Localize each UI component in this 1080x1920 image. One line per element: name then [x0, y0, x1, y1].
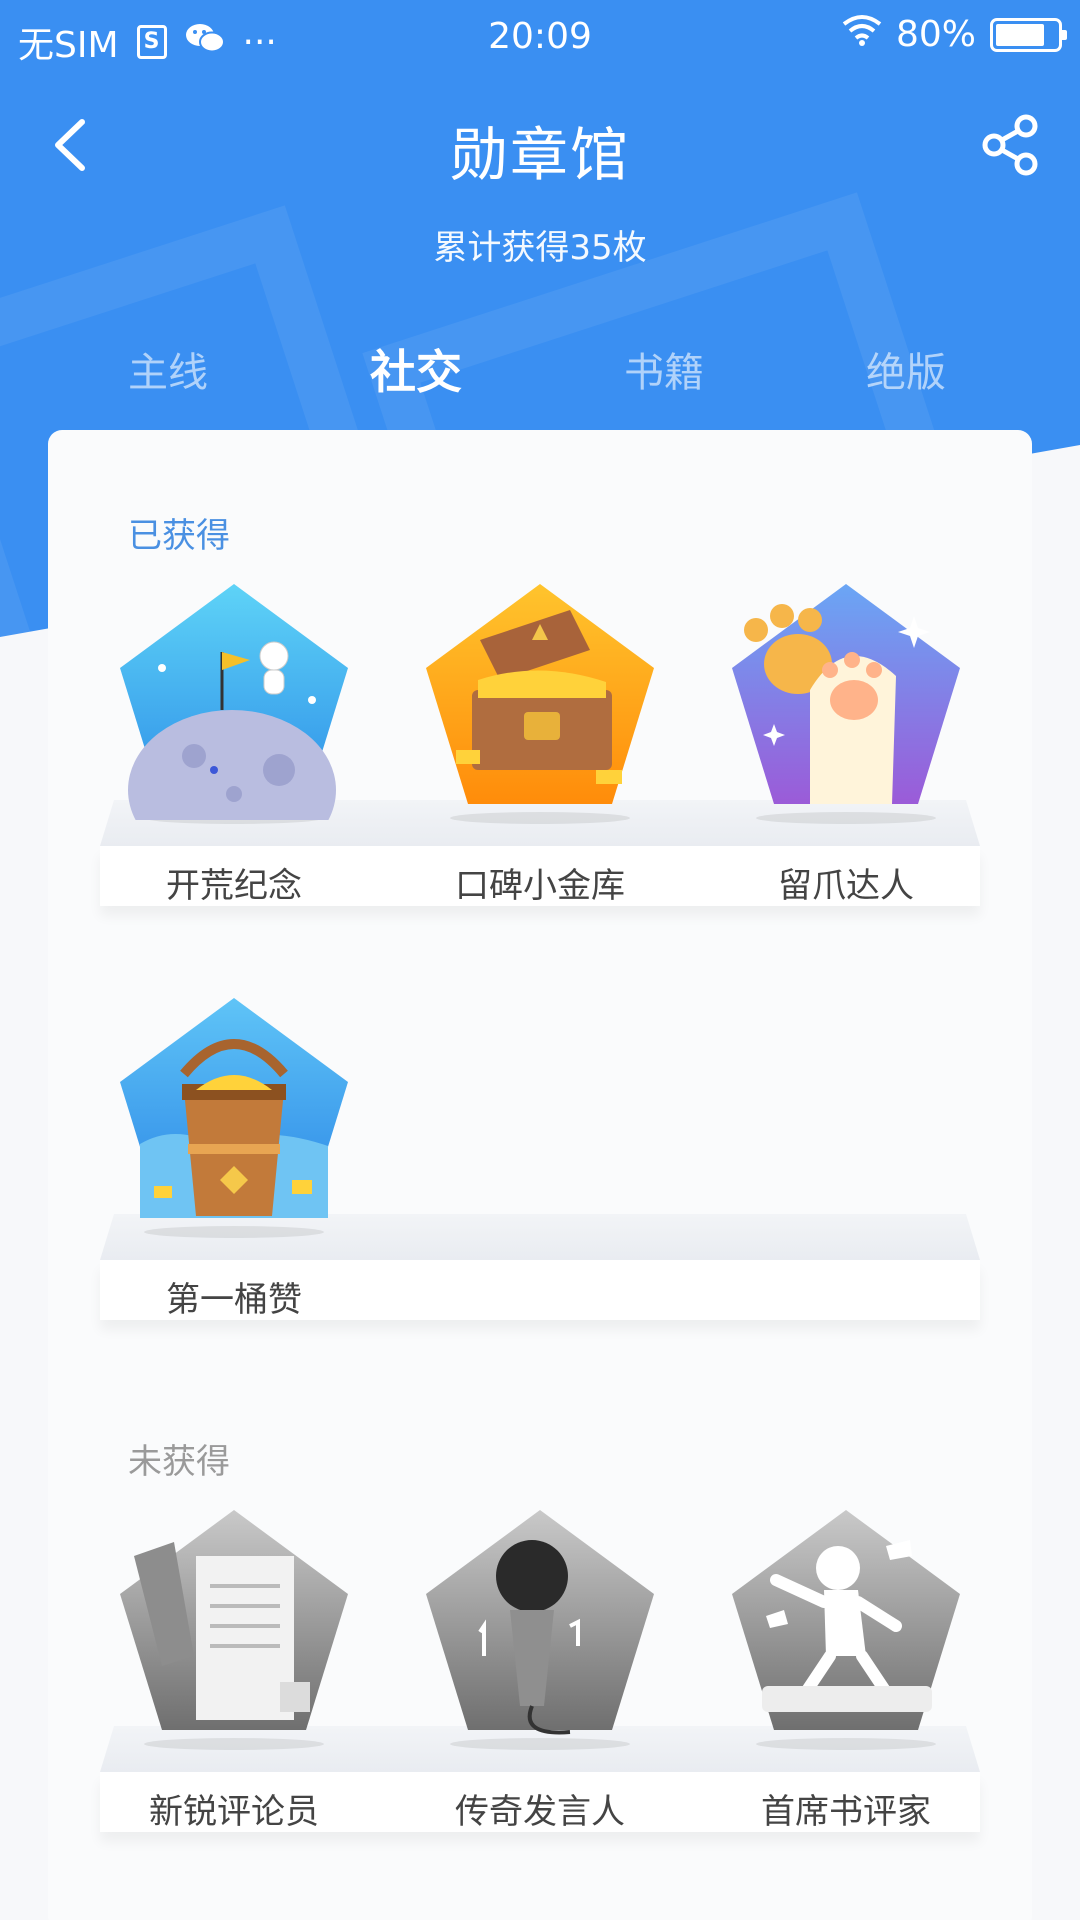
- wifi-icon: [842, 14, 882, 55]
- treasure-chest-badge-icon: [426, 584, 654, 804]
- dancing-figure-keyboard-badge-icon: [732, 1510, 960, 1730]
- battery-icon: [990, 17, 1067, 52]
- bucket-of-likes-badge-icon: [120, 998, 348, 1218]
- badge-kaihuang[interactable]: [114, 580, 354, 820]
- share-button[interactable]: [976, 110, 1046, 180]
- badge-name: 口碑小金库: [455, 866, 625, 906]
- astronaut-moon-badge-icon: [120, 584, 348, 820]
- badge-name: 开荒纪念: [166, 866, 302, 906]
- pen-and-paper-badge-icon: [120, 1510, 348, 1730]
- battery-percent: 80%: [895, 14, 976, 55]
- badge-chuanqi[interactable]: [420, 1506, 660, 1746]
- badge-name: 首席书评家: [761, 1792, 931, 1832]
- share-icon: [982, 114, 1038, 176]
- badge-name: 传奇发言人: [455, 1792, 625, 1832]
- unearned-section-label: 未获得: [128, 1442, 230, 1482]
- page-title: 勋章馆: [449, 121, 630, 189]
- badge-name: 新锐评论员: [149, 1792, 319, 1832]
- badge-liuzhua[interactable]: [726, 580, 966, 820]
- tab-books[interactable]: 书籍: [564, 340, 764, 398]
- tab-main[interactable]: 主线: [68, 340, 268, 398]
- badge-count-summary: 累计获得35枚: [433, 228, 647, 268]
- earned-section-label: 已获得: [128, 516, 230, 556]
- badge-shouxi[interactable]: [726, 1506, 966, 1746]
- badge-name: 留爪达人: [778, 866, 914, 906]
- status-bar: 无SIM S ··· 20:09 80%: [0, 0, 1080, 76]
- microphone-badge-icon: [426, 1510, 654, 1735]
- category-tabs: 主线 社交 书籍 绝版: [0, 340, 1080, 400]
- badge-xinrui[interactable]: [114, 1506, 354, 1746]
- tab-social[interactable]: 社交: [316, 336, 516, 402]
- badge-name: 第一桶赞: [166, 1280, 302, 1320]
- navigation-bar: 勋章馆: [0, 90, 1080, 200]
- cat-paw-badge-icon: [732, 584, 960, 804]
- badge-diyitongzan[interactable]: [114, 994, 354, 1234]
- badge-koubei[interactable]: [420, 580, 660, 820]
- tab-limited[interactable]: 绝版: [806, 340, 1006, 398]
